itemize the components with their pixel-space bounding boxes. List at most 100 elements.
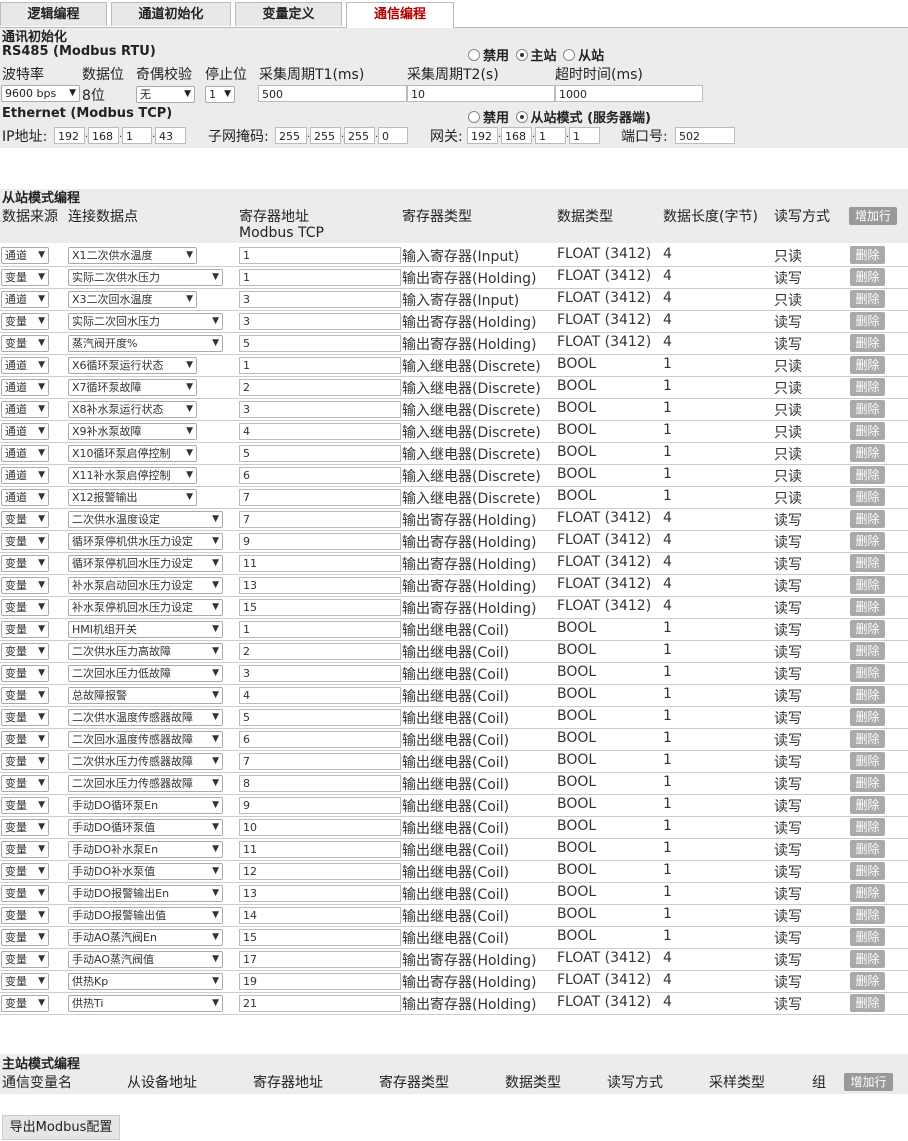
t2-input[interactable]: 10 [407,85,555,102]
delete-row-button[interactable]: 删除 [850,752,885,770]
delete-row-button[interactable]: 删除 [850,400,885,418]
source-select[interactable]: 变量 ▼ [1,599,49,616]
parity-select[interactable]: 无 ▼ [136,86,195,103]
register-address-input[interactable]: 3 [239,401,401,418]
register-address-input[interactable]: 6 [239,731,401,748]
delete-row-button[interactable]: 删除 [850,312,885,330]
register-address-input[interactable]: 1 [239,621,401,638]
t1-input[interactable]: 500 [258,85,407,102]
source-select[interactable]: 通道 ▼ [1,489,49,506]
register-address-input[interactable]: 15 [239,929,401,946]
register-address-input[interactable]: 13 [239,885,401,902]
data-point-select[interactable]: X7循环泵故障 ▼ [68,379,197,396]
delete-row-button[interactable]: 删除 [850,510,885,528]
source-select[interactable]: 通道 ▼ [1,379,49,396]
register-address-input[interactable]: 1 [239,357,401,374]
register-address-input[interactable]: 4 [239,423,401,440]
mask-octet-2[interactable]: 255 [310,127,341,144]
data-point-select[interactable]: 手动DO补水泵值 ▼ [68,863,223,880]
data-point-select[interactable]: X11补水泵启停控制 ▼ [68,467,197,484]
register-address-input[interactable]: 1 [239,247,401,264]
source-select[interactable]: 通道 ▼ [1,357,49,374]
source-select[interactable]: 变量 ▼ [1,643,49,660]
data-point-select[interactable]: 手动DO报警输出En ▼ [68,885,223,902]
source-select[interactable]: 变量 ▼ [1,731,49,748]
source-select[interactable]: 变量 ▼ [1,973,49,990]
source-select[interactable]: 变量 ▼ [1,819,49,836]
delete-row-button[interactable]: 删除 [850,884,885,902]
rs485-mode-disable[interactable]: 禁用 [468,49,509,64]
master-add-row-button[interactable]: 增加行 [844,1073,893,1091]
data-point-select[interactable]: 循环泵停机回水压力设定 ▼ [68,555,223,572]
data-point-select[interactable]: 手动DO循环泵En ▼ [68,797,223,814]
delete-row-button[interactable]: 删除 [850,268,885,286]
delete-row-button[interactable]: 删除 [850,664,885,682]
gateway-octet-2[interactable]: 168 [501,127,532,144]
register-address-input[interactable]: 3 [239,291,401,308]
data-point-select[interactable]: 二次回水压力低故障 ▼ [68,665,223,682]
register-address-input[interactable]: 8 [239,775,401,792]
register-address-input[interactable]: 3 [239,313,401,330]
delete-row-button[interactable]: 删除 [850,466,885,484]
delete-row-button[interactable]: 删除 [850,246,885,264]
data-point-select[interactable]: 二次回水温度传感器故障 ▼ [68,731,223,748]
source-select[interactable]: 变量 ▼ [1,709,49,726]
tab-variable-definition[interactable]: 变量定义 [235,2,342,26]
register-address-input[interactable]: 6 [239,467,401,484]
data-point-select[interactable]: 手动DO循环泵值 ▼ [68,819,223,836]
source-select[interactable]: 变量 ▼ [1,995,49,1012]
source-select[interactable]: 变量 ▼ [1,533,49,550]
source-select[interactable]: 变量 ▼ [1,665,49,682]
data-point-select[interactable]: 蒸汽阀开度% ▼ [68,335,223,352]
data-point-select[interactable]: 二次供水温度传感器故障 ▼ [68,709,223,726]
register-address-input[interactable]: 7 [239,489,401,506]
delete-row-button[interactable]: 删除 [850,620,885,638]
source-select[interactable]: 变量 ▼ [1,269,49,286]
ethernet-mode-disable[interactable]: 禁用 [468,111,509,126]
register-address-input[interactable]: 7 [239,511,401,528]
source-select[interactable]: 通道 ▼ [1,467,49,484]
register-address-input[interactable]: 17 [239,951,401,968]
delete-row-button[interactable]: 删除 [850,928,885,946]
ip-octet-3[interactable]: 1 [122,127,152,144]
delete-row-button[interactable]: 删除 [850,554,885,572]
source-select[interactable]: 变量 ▼ [1,929,49,946]
delete-row-button[interactable]: 删除 [850,686,885,704]
register-address-input[interactable]: 5 [239,445,401,462]
delete-row-button[interactable]: 删除 [850,818,885,836]
register-address-input[interactable]: 2 [239,643,401,660]
source-select[interactable]: 通道 ▼ [1,445,49,462]
data-point-select[interactable]: X3二次回水温度 ▼ [68,291,197,308]
register-address-input[interactable]: 4 [239,687,401,704]
source-select[interactable]: 变量 ▼ [1,863,49,880]
delete-row-button[interactable]: 删除 [850,730,885,748]
data-point-select[interactable]: X12报警输出 ▼ [68,489,197,506]
delete-row-button[interactable]: 删除 [850,488,885,506]
rs485-mode-slave[interactable]: 从站 [563,49,604,64]
gateway-octet-4[interactable]: 1 [569,127,600,144]
source-select[interactable]: 变量 ▼ [1,335,49,352]
baud-select[interactable]: 9600 bps ▼ [1,85,80,102]
source-select[interactable]: 变量 ▼ [1,577,49,594]
register-address-input[interactable]: 14 [239,907,401,924]
data-point-select[interactable]: X10循环泵启停控制 ▼ [68,445,197,462]
data-point-select[interactable]: 供热Ti ▼ [68,995,223,1012]
delete-row-button[interactable]: 删除 [850,598,885,616]
register-address-input[interactable]: 5 [239,335,401,352]
data-point-select[interactable]: 二次供水压力高故障 ▼ [68,643,223,660]
data-point-select[interactable]: X1二次供水温度 ▼ [68,247,197,264]
rs485-mode-master[interactable]: 主站 [515,49,557,64]
source-select[interactable]: 变量 ▼ [1,775,49,792]
data-point-select[interactable]: 二次回水压力传感器故障 ▼ [68,775,223,792]
delete-row-button[interactable]: 删除 [850,642,885,660]
register-address-input[interactable]: 11 [239,555,401,572]
register-address-input[interactable]: 19 [239,973,401,990]
slave-add-row-button[interactable]: 增加行 [849,207,897,225]
delete-row-button[interactable]: 删除 [850,378,885,396]
register-address-input[interactable]: 5 [239,709,401,726]
source-select[interactable]: 变量 ▼ [1,687,49,704]
data-point-select[interactable]: 供热Kp ▼ [68,973,223,990]
source-select[interactable]: 变量 ▼ [1,907,49,924]
register-address-input[interactable]: 3 [239,665,401,682]
register-address-input[interactable]: 11 [239,841,401,858]
